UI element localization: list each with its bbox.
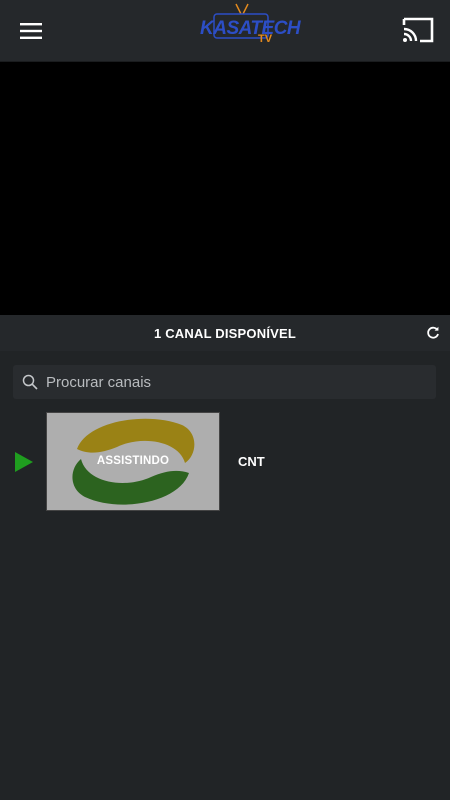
channel-count-bar: 1 CANAL DISPONÍVEL bbox=[0, 315, 450, 351]
channel-list-item[interactable]: ASSISTINDO CNT bbox=[0, 412, 450, 512]
app-bar: KASATECH TV bbox=[0, 0, 450, 62]
cast-icon bbox=[402, 17, 434, 43]
channel-count-label: 1 CANAL DISPONÍVEL bbox=[153, 326, 297, 341]
cast-button[interactable] bbox=[400, 12, 436, 48]
refresh-icon bbox=[427, 326, 439, 339]
refresh-button[interactable] bbox=[424, 324, 442, 342]
watching-label: ASSISTINDO bbox=[96, 455, 170, 467]
menu-button[interactable] bbox=[14, 14, 48, 48]
search-input[interactable] bbox=[46, 365, 426, 399]
search-icon bbox=[22, 374, 38, 390]
channel-thumbnail: ASSISTINDO bbox=[46, 412, 220, 511]
search-bar bbox=[13, 365, 436, 399]
play-icon bbox=[15, 452, 33, 472]
video-player[interactable] bbox=[0, 62, 450, 315]
channel-name: CNT bbox=[238, 454, 265, 469]
logo-text: KASATECH bbox=[200, 18, 301, 39]
hamburger-menu-icon bbox=[20, 23, 42, 39]
app-logo: KASATECH TV bbox=[196, 2, 301, 52]
logo-subtitle: TV bbox=[258, 33, 273, 45]
